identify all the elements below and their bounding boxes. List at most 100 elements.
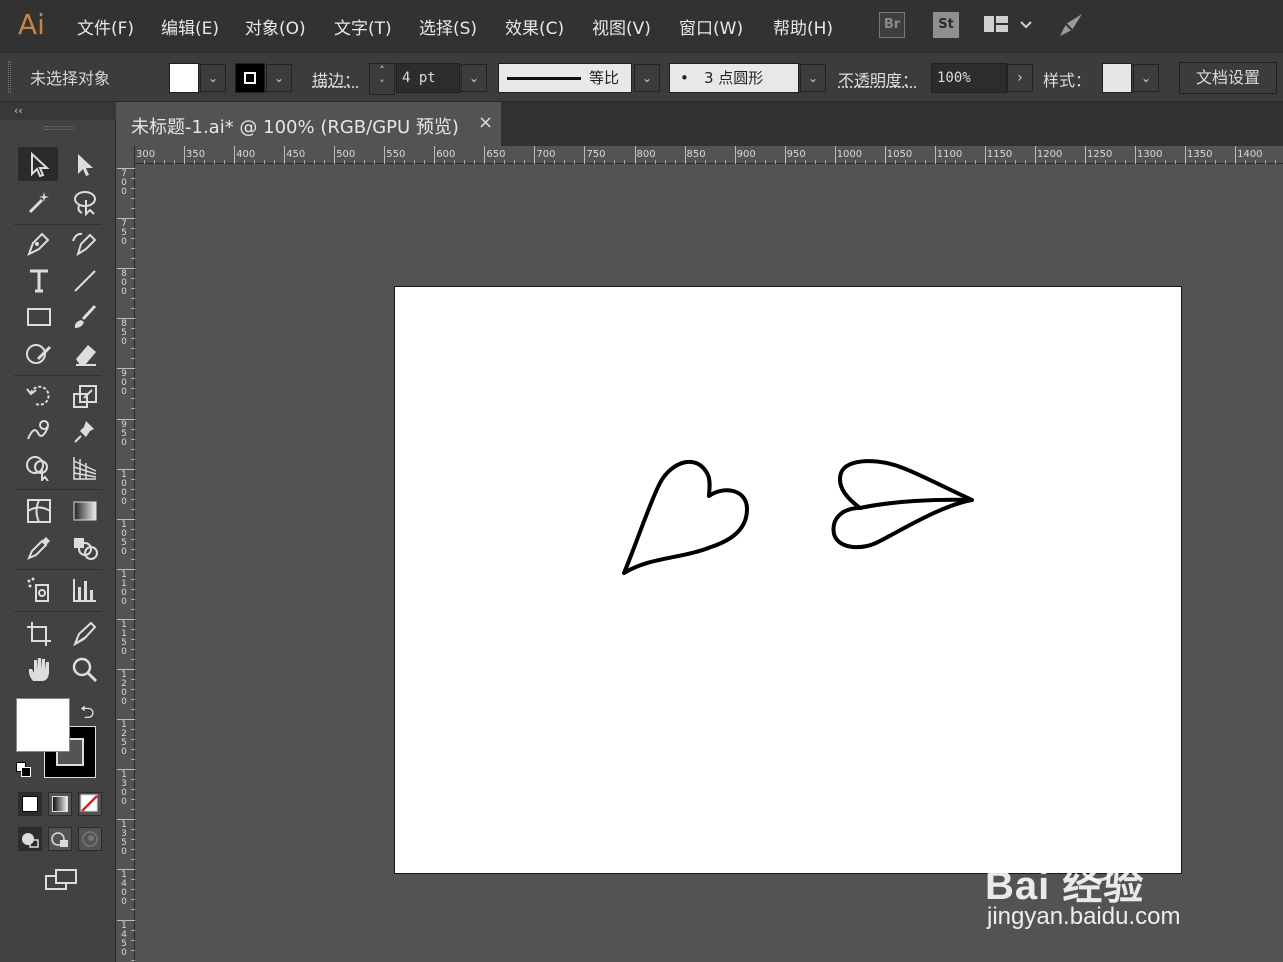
blend-icon — [74, 538, 98, 560]
eraser-tool[interactable] — [64, 336, 104, 370]
artboard[interactable] — [394, 286, 1182, 874]
blend-tool[interactable] — [64, 530, 104, 564]
menu-help[interactable]: 帮助(H) — [773, 14, 833, 39]
warp-tool[interactable] — [18, 414, 58, 448]
variable-width-profile[interactable]: 等比 — [498, 63, 632, 93]
slice-tool[interactable] — [64, 616, 104, 650]
brush-dropdown[interactable]: ⌄ — [800, 64, 826, 92]
ruler-minor-tick — [131, 578, 135, 580]
stroke-weight-stepper[interactable]: ˄ ˅ — [369, 63, 395, 95]
ruler-label: 400 — [236, 149, 256, 160]
menu-view[interactable]: 视图(V) — [592, 14, 651, 39]
symbol-sprayer-tool[interactable] — [18, 572, 58, 606]
stroke-weight-dropdown[interactable]: ⌄ — [461, 64, 487, 92]
direct-selection-tool[interactable] — [64, 147, 104, 181]
horizontal-ruler[interactable]: 300 350 400 450 500 550 600 650 700 750 800 850 900 9… — [117, 146, 1283, 164]
ruler-minor-tick — [131, 488, 135, 490]
ruler-minor-tick — [204, 160, 206, 164]
stroke-swatch-inner — [244, 72, 256, 84]
fill-color-box[interactable] — [16, 698, 70, 752]
line-segment-icon — [74, 270, 96, 292]
rectangle-tool[interactable] — [18, 299, 58, 333]
bridge-button[interactable]: Br — [879, 12, 905, 38]
close-icon[interactable]: × — [478, 112, 493, 133]
line-segment-tool[interactable] — [64, 263, 104, 297]
menu-type[interactable]: 文字(T) — [334, 14, 392, 39]
paintbrush-tool[interactable] — [64, 299, 104, 333]
fill-swatch[interactable] — [169, 63, 199, 93]
ruler-minor-tick — [274, 160, 276, 164]
gradient-tool[interactable] — [64, 493, 104, 527]
column-graph-tool[interactable] — [64, 572, 104, 606]
menu-window[interactable]: 窗口(W) — [679, 14, 743, 39]
stroke-label[interactable]: 描边： — [312, 67, 360, 91]
color-mode-button[interactable] — [18, 792, 42, 816]
shape-builder-tool[interactable] — [18, 450, 58, 484]
heart-shape-right[interactable] — [831, 459, 974, 550]
heart-shape-left[interactable] — [622, 459, 749, 575]
artboard-tool[interactable] — [18, 616, 58, 650]
graphic-style-swatch[interactable] — [1102, 63, 1132, 93]
menu-select[interactable]: 选择(S) — [419, 14, 477, 39]
pen-tool[interactable] — [18, 226, 58, 260]
stock-button[interactable]: St — [933, 12, 959, 38]
default-fill-stroke-icon[interactable] — [16, 762, 32, 778]
mesh-tool[interactable] — [18, 493, 58, 527]
vertical-ruler[interactable]: 700 750 800 850 900 950 1000 1050 1100 1150 1200 12… — [117, 164, 135, 962]
selection-tool[interactable] — [18, 147, 58, 181]
ruler-minor-tick — [131, 538, 135, 540]
scale-tool[interactable] — [64, 378, 104, 412]
menu-edit[interactable]: 编辑(E) — [161, 14, 219, 39]
rotate-tool[interactable] — [18, 378, 58, 412]
ruler-minor-tick — [804, 160, 806, 164]
gradient-mode-button[interactable] — [48, 792, 72, 816]
tool-separator — [14, 611, 102, 612]
stroke-swatch[interactable] — [235, 63, 265, 93]
draw-behind-button[interactable] — [48, 827, 72, 851]
puppet-warp-tool[interactable] — [64, 414, 104, 448]
opacity-field[interactable]: 100% — [931, 63, 1007, 93]
opacity-label[interactable]: 不透明度： — [838, 67, 918, 91]
screen-mode-button[interactable] — [44, 868, 78, 892]
ruler-minor-tick — [131, 378, 135, 380]
lasso-tool[interactable] — [64, 185, 104, 219]
shaper-tool[interactable] — [18, 336, 58, 370]
ruler-minor-tick — [664, 160, 666, 164]
profile-label: 等比 — [589, 69, 620, 87]
workspace-switcher[interactable] — [983, 14, 1033, 42]
menu-effect[interactable]: 效果(C) — [505, 14, 564, 39]
hand-tool[interactable] — [18, 652, 58, 686]
zoom-tool[interactable] — [64, 652, 104, 686]
draw-inside-button[interactable] — [78, 827, 102, 851]
magic-wand-tool[interactable] — [18, 185, 58, 219]
eyedropper-tool[interactable] — [18, 530, 58, 564]
brush-dot: • — [680, 69, 689, 87]
menu-file[interactable]: 文件(F) — [77, 14, 134, 39]
type-tool[interactable] — [18, 263, 58, 297]
publish-button[interactable] — [1056, 10, 1086, 38]
curvature-tool[interactable] — [64, 226, 104, 260]
collapse-toggle[interactable]: ‹‹ — [14, 104, 23, 117]
style-dropdown[interactable]: ⌄ — [1133, 64, 1159, 92]
tools-grip[interactable] — [44, 126, 74, 130]
stroke-weight-field[interactable]: 4 pt — [396, 63, 460, 93]
perspective-grid-tool[interactable] — [64, 450, 104, 484]
ruler-minor-tick — [131, 498, 135, 500]
ruler-minor-tick — [131, 879, 135, 881]
document-tab[interactable]: 未标题-1.ai* @ 100% (RGB/GPU 预览) × — [117, 102, 501, 146]
none-mode-button[interactable] — [78, 792, 102, 816]
ruler-minor-tick — [694, 160, 696, 164]
menu-object[interactable]: 对象(O) — [245, 14, 306, 39]
document-setup-button[interactable]: 文档设置 — [1179, 62, 1277, 94]
opacity-arrow[interactable]: › — [1007, 64, 1033, 92]
brush-definition[interactable]: • 3 点圆形 — [669, 63, 799, 93]
profile-dropdown[interactable]: ⌄ — [634, 64, 660, 92]
ruler-major-tick — [784, 146, 786, 164]
swap-fill-stroke-icon[interactable]: ⮌ — [80, 700, 94, 730]
stroke-dropdown[interactable]: ⌄ — [266, 64, 292, 92]
ruler-origin[interactable] — [117, 146, 135, 164]
control-grip[interactable] — [8, 61, 11, 93]
draw-normal-button[interactable] — [18, 827, 42, 851]
fill-dropdown[interactable]: ⌄ — [200, 64, 226, 92]
ruler-minor-tick — [131, 779, 135, 781]
